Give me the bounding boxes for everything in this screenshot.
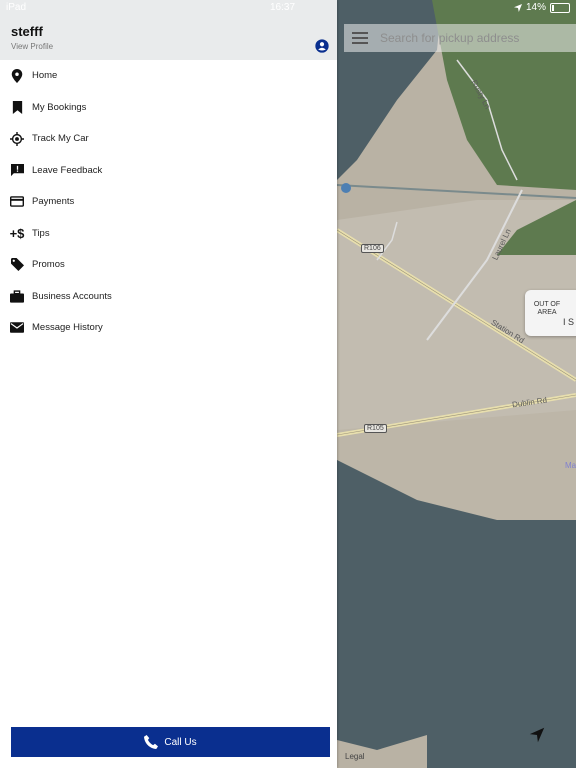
clock: 16:37 [270,2,296,13]
account-circle-icon[interactable] [315,39,329,53]
location-arrow-icon [513,3,522,12]
search-bar[interactable] [344,24,576,52]
call-us-label: Call Us [164,736,197,748]
battery-fill [552,4,554,11]
menu-item-message-history[interactable]: Message History [0,312,337,344]
pickup-search-input[interactable] [378,30,572,46]
feedback-icon [10,163,24,177]
hamburger-menu-icon[interactable] [352,32,368,44]
navigation-arrow-icon[interactable] [528,726,546,744]
road-marker-r106: R106 [361,244,384,253]
menu-list: Home My Bookings Track My Car Leave Feed… [0,60,337,344]
menu-label-track-my-car: Track My Car [32,133,89,145]
briefcase-icon [10,289,24,303]
map-canvas [337,0,576,768]
menu-label-tips: Tips [32,227,50,239]
out-of-area-marker[interactable]: OUT OF AREA I S [525,290,576,336]
road-marker-r105: R105 [364,424,387,433]
menu-item-leave-feedback[interactable]: Leave Feedback [0,155,337,187]
menu-item-payments[interactable]: Payments [0,186,337,218]
status-right: 14% [513,2,570,13]
menu-label-leave-feedback: Leave Feedback [32,164,103,176]
menu-label-message-history: Message History [32,322,103,334]
map-corner-label: Ma [565,461,576,470]
legal-link[interactable]: Legal [345,752,365,761]
menu-label-business-accounts: Business Accounts [32,290,112,302]
profile-name: stefff [11,24,43,39]
menu-label-payments: Payments [32,196,75,208]
tag-icon [10,258,24,272]
bookmark-icon [10,100,24,114]
menu-item-tips[interactable]: +$ Tips [0,218,337,250]
view-profile-link[interactable]: View Profile [11,42,53,51]
menu-item-promos[interactable]: Promos [0,249,337,281]
carrier-label: iPad [6,2,27,13]
location-pin-icon [10,68,24,83]
menu-label-home: Home [32,70,58,82]
battery-icon [550,2,570,13]
menu-item-track-my-car[interactable]: Track My Car [0,123,337,155]
menu-label-my-bookings: My Bookings [32,101,87,113]
tip-dollar-icon: +$ [9,225,25,241]
menu-item-my-bookings[interactable]: My Bookings [0,92,337,124]
side-drawer: stefff View Profile Home My Bookings Tra… [0,0,337,768]
menu-item-home[interactable]: Home [0,60,337,92]
out-of-area-selector: I S [563,317,575,327]
credit-card-icon [10,195,24,209]
menu-item-business-accounts[interactable]: Business Accounts [0,281,337,313]
call-us-button[interactable]: Call Us [11,727,330,757]
menu-label-promos: Promos [32,259,65,271]
envelope-icon [10,321,24,335]
map-view[interactable]: Rusty Ln Laurel Ln Station Rd Dublin Rd … [337,0,576,768]
phone-icon [144,735,159,749]
battery-percent: 14% [525,2,546,13]
status-bar: iPad 16:37 14% [0,0,576,16]
out-of-area-text: OUT OF AREA [533,301,561,316]
target-icon [10,131,24,146]
